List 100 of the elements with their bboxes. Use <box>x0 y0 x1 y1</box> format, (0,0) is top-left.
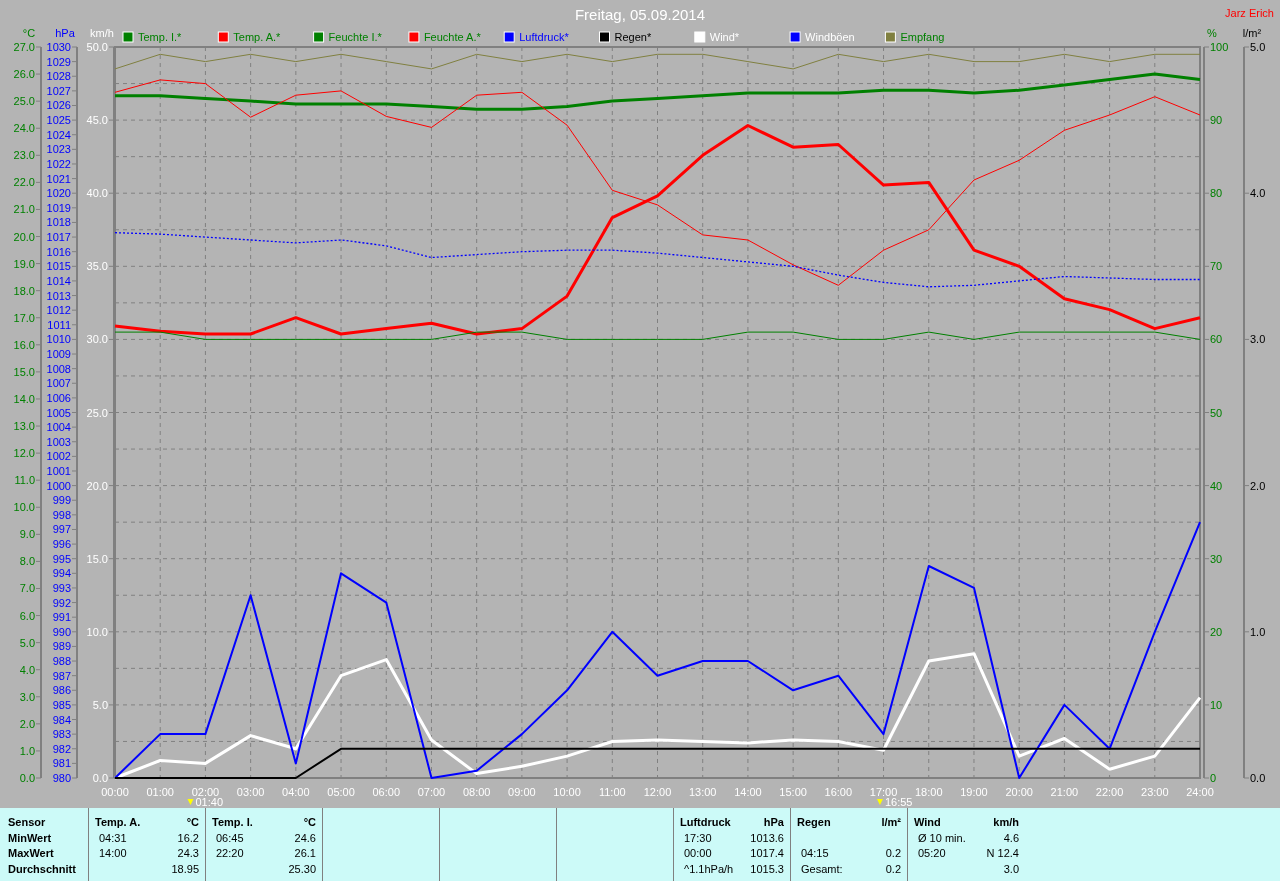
axis-tick-label: 1023 <box>46 143 71 156</box>
axis-tick-label: 22:00 <box>1095 786 1124 798</box>
time-cell-text: Ø 10 min. <box>917 830 966 846</box>
unit-label: °C <box>186 815 199 830</box>
axis-tick-label: 35.0 <box>86 260 108 273</box>
axis-tick-label: 01:00 <box>146 786 174 798</box>
axis-unit-label: °C <box>22 27 36 39</box>
legend-label: Temp. A.* <box>233 31 281 43</box>
value-cell: 0.2 <box>885 861 901 877</box>
time-cell-text: 04:31 <box>98 830 127 846</box>
axis-tick-label: 1011 <box>47 318 71 331</box>
value-cell-text: 0.2 <box>885 846 901 861</box>
value-cell-text: 26.1 <box>294 846 316 861</box>
marker-icon <box>876 799 883 805</box>
legend-label: Windböen <box>805 31 855 43</box>
axis-tick-label: 997 <box>52 523 71 536</box>
axis-tick-label: 17.0 <box>13 311 35 324</box>
axis-tick-label: 996 <box>52 538 71 551</box>
axis-tick-label: 2.0 <box>19 717 35 730</box>
axis-tick-label: 60 <box>1210 333 1223 346</box>
axis-tick-label: 1002 <box>46 450 71 463</box>
axis-tick-label: 6.0 <box>19 609 35 622</box>
axis-tick-label: 16:00 <box>824 786 853 798</box>
axis-tick-label: 45.0 <box>86 114 108 127</box>
axis-tick-label: 1006 <box>46 391 71 404</box>
axis-tick-label: 19.0 <box>13 257 35 270</box>
axis-tick-label: 20.0 <box>13 230 35 243</box>
axis-tick-label: 15.0 <box>86 552 108 565</box>
legend-label: Regen* <box>614 31 652 43</box>
axis-tick-label: 10.0 <box>86 625 108 638</box>
axis-tick-label: 8.0 <box>19 555 35 568</box>
axis-tick-label: 02:00 <box>191 786 220 798</box>
axis-tick-label: 70 <box>1210 260 1223 273</box>
time-cell-text: 22:20 <box>215 846 244 861</box>
value-cell: 25.30 <box>288 861 316 877</box>
value-cell: 1015.3 <box>750 861 784 877</box>
axis-tick-label: 994 <box>52 567 71 580</box>
axis-tick-label: 25.0 <box>13 95 35 108</box>
user-name: Jarz Erich <box>1225 7 1274 19</box>
axis-tick-label: 4.0 <box>19 663 35 676</box>
time-cell-text: 14:00 <box>98 846 127 861</box>
axis-tick-label: 993 <box>52 581 71 594</box>
axis-tick-label: 16.0 <box>13 338 35 351</box>
row-label: MaxWert <box>8 846 55 861</box>
legend-label: Luftdruck* <box>519 31 569 43</box>
time-cell-text: 04:15 <box>800 846 829 861</box>
value-cell: 18.95 <box>171 861 199 877</box>
axis-tick-label: 11.0 <box>14 474 35 487</box>
axis-tick-label: 10.0 <box>13 501 35 514</box>
axis-tick-label: 5.0 <box>92 698 108 711</box>
axis-tick-label: 1022 <box>46 157 71 170</box>
axis-tick-label: 1.0 <box>1250 625 1266 638</box>
axis-tick-label: 80 <box>1210 187 1223 200</box>
axis-tick-label: 06:00 <box>372 786 400 798</box>
row-label: Sensor <box>8 815 47 830</box>
axis-tick-label: 1014 <box>46 274 71 287</box>
axis-tick-label: 00:00 <box>101 786 129 798</box>
marker-time-label: 16:55 <box>884 796 913 806</box>
axis-tick-label: 7.0 <box>19 582 35 595</box>
axis-tick-label: 26.0 <box>13 68 35 81</box>
axis-tick-label: 21:00 <box>1050 786 1079 798</box>
axis-tick-label: 1012 <box>46 304 71 317</box>
axis-tick-label: 2.0 <box>1250 479 1266 492</box>
axis-tick-label: 995 <box>52 552 71 565</box>
axis-tick-label: 3.0 <box>1250 333 1266 346</box>
legend-label: Feuchte I.* <box>328 31 382 43</box>
axis-tick-label: 990 <box>52 625 71 638</box>
axis-tick-label: 1028 <box>46 70 71 83</box>
axis-tick-label: 1017 <box>46 231 71 244</box>
axis-tick-label: 07:00 <box>417 786 446 798</box>
axis-tick-label: 12.0 <box>13 447 35 460</box>
axis-tick-label: 90 <box>1210 114 1223 127</box>
axis-tick-label: 03:00 <box>236 786 265 798</box>
unit-label: hPa <box>763 815 784 830</box>
axis-tick-label: 985 <box>52 698 71 711</box>
axis-tick-label: 15.0 <box>13 365 35 378</box>
axis-tick-label: 13:00 <box>688 786 717 798</box>
axis-tick-label: 1015 <box>46 260 71 273</box>
axis-tick-label: 992 <box>52 596 71 609</box>
axis-tick-label: 22.0 <box>13 176 35 189</box>
axis-tick-label: 12:00 <box>643 786 672 798</box>
axis-tick-label: 27.0 <box>13 41 35 53</box>
axis-tick-label: 1020 <box>46 187 71 200</box>
axis-unit-label: % <box>1207 27 1217 39</box>
value-cell-text: 1017.4 <box>750 846 784 861</box>
chart-title: Freitag, 05.09.2014 <box>574 6 706 23</box>
axis-tick-label: 17:00 <box>869 786 898 798</box>
axis-tick-label: 1007 <box>46 377 71 390</box>
axis-tick-label: 1027 <box>46 84 71 97</box>
axis-tick-label: 08:00 <box>462 786 491 798</box>
marker-icon <box>187 799 194 805</box>
unit-label: °C <box>303 815 316 830</box>
axis-tick-label: 4.0 <box>1250 187 1266 200</box>
axis-tick-label: 14.0 <box>13 392 35 405</box>
axis-tick-label: 1010 <box>46 333 71 346</box>
legend-label: Feuchte A.* <box>423 31 481 43</box>
row-label: MinWert <box>8 830 53 846</box>
legend-label: Temp. I.* <box>138 31 182 43</box>
axis-tick-label: 987 <box>52 669 71 682</box>
axis-tick-label: 100 <box>1210 41 1229 53</box>
